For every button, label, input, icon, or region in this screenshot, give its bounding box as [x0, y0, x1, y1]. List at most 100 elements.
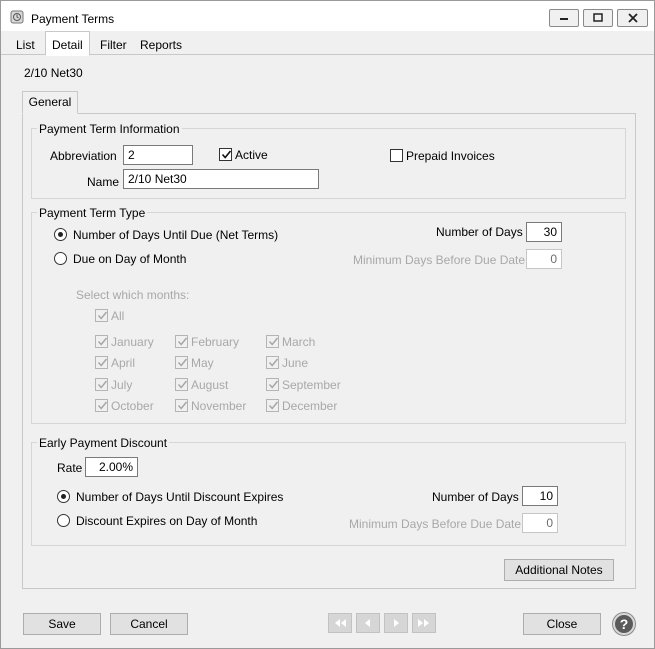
- number-of-days-label: Number of Days: [436, 225, 523, 239]
- checkmark-icon: [268, 358, 279, 367]
- first-record-icon: [335, 619, 346, 627]
- discount-group-label: Early Payment Discount: [37, 436, 170, 450]
- month-april-label: April: [111, 356, 136, 370]
- close-window-button[interactable]: [617, 9, 648, 27]
- payment-terms-window: Payment Terms List Detail Filter Reports…: [0, 0, 655, 649]
- previous-record-button[interactable]: [356, 613, 380, 633]
- first-record-button[interactable]: [328, 613, 352, 633]
- main-tab-strip: List Detail Filter Reports: [1, 31, 654, 56]
- month-all-checkbox[interactable]: [95, 309, 108, 322]
- number-of-days-input[interactable]: [526, 222, 562, 242]
- tab-filter[interactable]: Filter: [93, 34, 134, 55]
- tab-reports[interactable]: Reports: [133, 34, 189, 55]
- net-terms-label: Number of Days Until Due (Net Terms): [73, 228, 279, 242]
- min-days-label: Minimum Days Before Due Date: [353, 253, 526, 267]
- discount-day-of-month-label: Discount Expires on Day of Month: [76, 514, 258, 528]
- previous-record-icon: [365, 619, 370, 627]
- checkmark-icon: [177, 358, 188, 367]
- month-march-checkbox[interactable]: [266, 335, 279, 348]
- checkmark-icon: [97, 337, 108, 346]
- prepaid-invoices-checkbox[interactable]: [390, 149, 403, 162]
- close-button[interactable]: Close: [523, 613, 601, 635]
- month-february-checkbox[interactable]: [175, 335, 188, 348]
- month-july-checkbox[interactable]: [95, 378, 108, 391]
- month-october-label: October: [111, 399, 154, 413]
- active-label: Active: [235, 148, 268, 162]
- name-label: Name: [87, 175, 120, 189]
- month-june-checkbox[interactable]: [266, 356, 279, 369]
- cancel-button[interactable]: Cancel: [110, 613, 188, 635]
- month-april-checkbox[interactable]: [95, 356, 108, 369]
- term-type-group-label: Payment Term Type: [37, 206, 148, 220]
- month-september-checkbox[interactable]: [266, 378, 279, 391]
- month-all-label: All: [111, 309, 125, 323]
- tab-detail[interactable]: Detail: [45, 31, 90, 56]
- discount-min-days-label: Minimum Days Before Due Date: [349, 517, 522, 531]
- month-august-label: August: [191, 378, 229, 392]
- last-record-icon: [418, 619, 429, 627]
- month-august-checkbox[interactable]: [175, 378, 188, 391]
- month-december-label: December: [282, 399, 338, 413]
- term-info-group-label: Payment Term Information: [37, 122, 182, 136]
- discount-number-of-days-input[interactable]: [522, 486, 558, 506]
- term-info-group: [31, 128, 626, 199]
- month-october-checkbox[interactable]: [95, 399, 108, 412]
- rate-input[interactable]: [85, 457, 138, 477]
- abbreviation-input[interactable]: [123, 145, 193, 165]
- month-may-checkbox[interactable]: [175, 356, 188, 369]
- tab-list[interactable]: List: [9, 34, 42, 55]
- day-of-month-label: Due on Day of Month: [73, 252, 187, 266]
- month-march-label: March: [282, 335, 316, 349]
- month-november-label: November: [191, 399, 247, 413]
- month-december-checkbox[interactable]: [266, 399, 279, 412]
- net-terms-radio[interactable]: [54, 228, 67, 241]
- save-button[interactable]: Save: [23, 613, 101, 635]
- title-bar: Payment Terms: [1, 1, 654, 31]
- checkmark-icon: [97, 358, 108, 367]
- month-september-label: September: [282, 378, 341, 392]
- checkmark-icon: [97, 401, 108, 410]
- last-record-button[interactable]: [412, 613, 436, 633]
- month-november-checkbox[interactable]: [175, 399, 188, 412]
- discount-min-days-input[interactable]: [522, 513, 558, 533]
- rate-label: Rate: [57, 461, 83, 475]
- window-title: Payment Terms: [31, 12, 115, 26]
- minimize-button[interactable]: [549, 9, 579, 27]
- maximize-button[interactable]: [583, 9, 613, 27]
- close-icon: [627, 13, 638, 23]
- month-july-label: July: [111, 378, 133, 392]
- checkmark-icon: [268, 337, 279, 346]
- discount-day-of-month-radio[interactable]: [57, 514, 70, 527]
- month-february-label: February: [191, 335, 240, 349]
- checkmark-icon: [268, 401, 279, 410]
- checkmark-icon: [97, 311, 108, 320]
- min-days-input[interactable]: [526, 249, 562, 269]
- prepaid-invoices-label: Prepaid Invoices: [406, 149, 495, 163]
- next-record-icon: [394, 619, 399, 627]
- month-january-label: January: [111, 335, 154, 349]
- record-title: 2/10 Net30: [24, 66, 83, 80]
- name-input[interactable]: [123, 169, 319, 189]
- additional-notes-button[interactable]: Additional Notes: [504, 559, 614, 581]
- abbreviation-label: Abbreviation: [50, 149, 117, 163]
- next-record-button[interactable]: [384, 613, 408, 633]
- discount-days-radio[interactable]: [57, 490, 70, 503]
- month-may-label: May: [191, 356, 214, 370]
- discount-days-label: Number of Days Until Discount Expires: [76, 490, 284, 504]
- maximize-icon: [593, 13, 603, 22]
- day-of-month-radio[interactable]: [54, 252, 67, 265]
- months-prompt: Select which months:: [76, 288, 190, 302]
- discount-number-of-days-label: Number of Days: [432, 490, 519, 504]
- app-icon: [10, 10, 24, 24]
- checkmark-icon: [97, 380, 108, 389]
- checkmark-icon: [177, 401, 188, 410]
- month-june-label: June: [282, 356, 309, 370]
- active-checkbox[interactable]: [219, 148, 232, 161]
- month-january-checkbox[interactable]: [95, 335, 108, 348]
- minimize-icon: [560, 18, 568, 20]
- checkmark-icon: [177, 380, 188, 389]
- tab-general[interactable]: General: [22, 91, 78, 114]
- checkmark-icon: [221, 150, 232, 159]
- checkmark-icon: [177, 337, 188, 346]
- help-icon[interactable]: ?: [613, 613, 635, 635]
